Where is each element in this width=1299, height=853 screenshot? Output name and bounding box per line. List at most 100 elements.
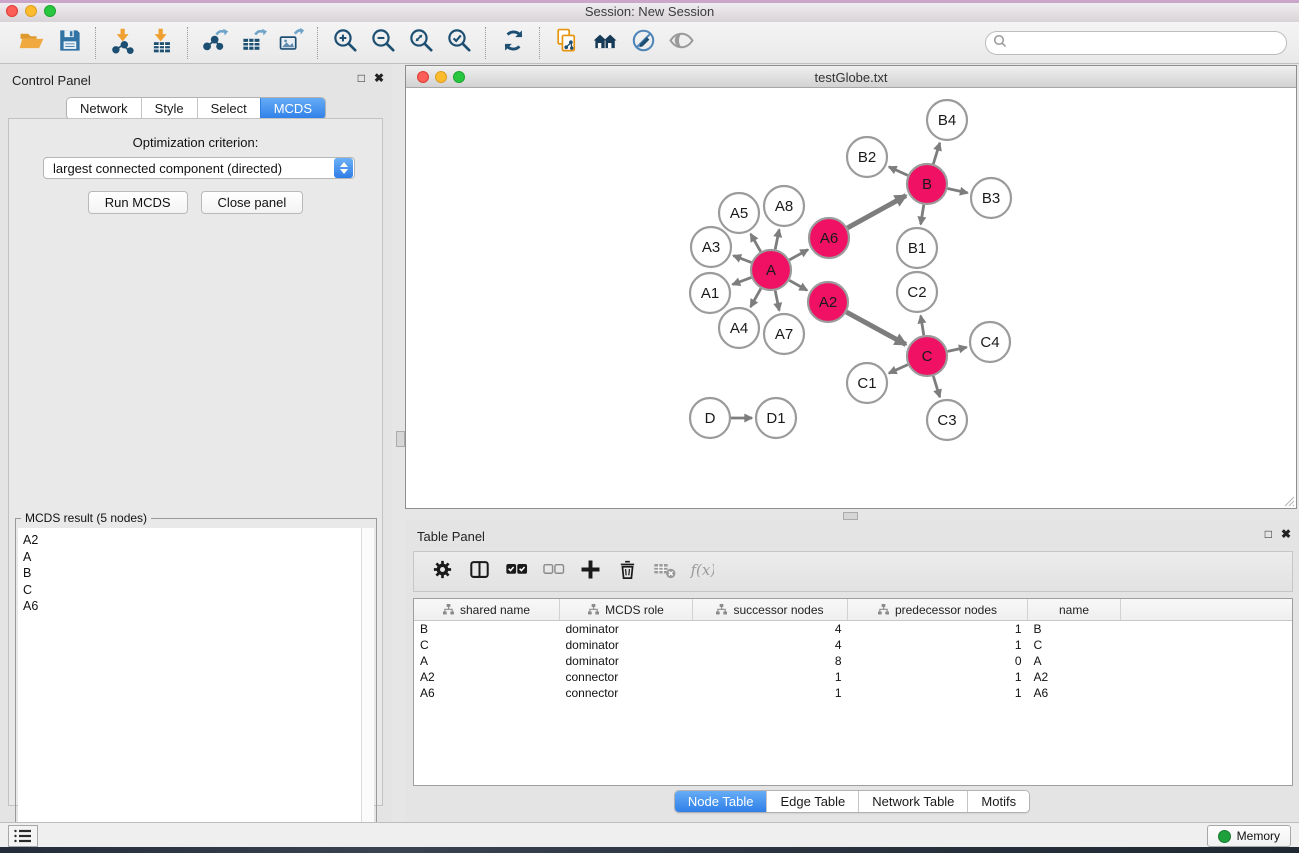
import-network-button[interactable]	[104, 25, 142, 61]
graph-node-A7[interactable]: A7	[764, 314, 804, 354]
delete-table-button[interactable]	[646, 555, 683, 589]
table-panel-close-button[interactable]: ✖	[1281, 527, 1291, 541]
graph-edge-C-C4[interactable]	[948, 347, 967, 351]
zoom-out-button[interactable]	[364, 25, 402, 61]
save-session-button[interactable]	[50, 25, 88, 61]
tab-motifs[interactable]: Motifs	[967, 791, 1029, 812]
graph-edge-A-A4[interactable]	[751, 288, 761, 307]
tab-select[interactable]: Select	[197, 98, 260, 119]
control-panel-close-button[interactable]: ✖	[374, 71, 384, 85]
table-row[interactable]: A2connector11A2	[414, 669, 1292, 685]
graph-node-B3[interactable]: B3	[971, 178, 1011, 218]
graph-edge-B-B3[interactable]	[948, 189, 968, 193]
tab-network[interactable]: Network	[67, 98, 141, 119]
graph-node-C1[interactable]: C1	[847, 363, 887, 403]
tab-node-table[interactable]: Node Table	[675, 791, 767, 812]
optimization-criterion-select[interactable]: largest connected component (directed)	[43, 157, 355, 179]
graph-node-A1[interactable]: A1	[690, 273, 730, 313]
panel-toggle-button[interactable]	[8, 825, 38, 847]
node-table[interactable]: shared nameMCDS rolesuccessor nodesprede…	[413, 598, 1293, 786]
export-table-button[interactable]	[234, 25, 272, 61]
graph-edge-A2-C[interactable]	[846, 312, 906, 344]
zoom-fit-button[interactable]	[402, 25, 440, 61]
mcds-result-item[interactable]: A6	[23, 598, 374, 615]
graph-node-C4[interactable]: C4	[970, 322, 1010, 362]
graph-edge-A-A3[interactable]	[733, 256, 751, 263]
open-session-button[interactable]	[12, 25, 50, 61]
graph-node-B1[interactable]: B1	[897, 228, 937, 268]
graph-node-C[interactable]: C	[907, 336, 947, 376]
column-header-name[interactable]: name	[1028, 599, 1121, 621]
function-builder-button[interactable]: f(x)	[683, 555, 720, 589]
table-row[interactable]: Bdominator41B	[414, 621, 1292, 638]
search-input[interactable]	[1011, 34, 1286, 52]
refresh-layout-button[interactable]	[494, 25, 532, 61]
import-table-button[interactable]	[142, 25, 180, 61]
graphics-details-button[interactable]	[662, 25, 700, 61]
graph-edge-A-A7[interactable]	[775, 291, 779, 311]
add-column-button[interactable]	[572, 555, 609, 589]
horizontal-split-handle[interactable]	[843, 512, 858, 520]
graph-edge-A6-B[interactable]	[847, 196, 906, 228]
tab-edge-table[interactable]: Edge Table	[766, 791, 858, 812]
run-mcds-button[interactable]: Run MCDS	[88, 191, 188, 214]
network-canvas[interactable]: B4 B2 B B3 A8 A5 A6 A3 B1 A A1 C2 A2	[406, 88, 1296, 508]
table-row[interactable]: A6connector11A6	[414, 685, 1292, 701]
graph-edge-B-B2[interactable]	[889, 167, 908, 176]
graph-node-B4[interactable]: B4	[927, 100, 967, 140]
column-header-mcds-role[interactable]: MCDS role	[560, 599, 693, 621]
graph-edge-A-A8[interactable]	[775, 230, 779, 250]
tab-network-table[interactable]: Network Table	[858, 791, 967, 812]
graph-node-A[interactable]: A	[751, 250, 791, 290]
graph-edge-C-C2[interactable]	[921, 316, 924, 336]
close-panel-button[interactable]: Close panel	[201, 191, 304, 214]
table-row[interactable]: Adominator80A	[414, 653, 1292, 669]
select-all-button[interactable]	[498, 555, 535, 589]
table-panel-float-button[interactable]: □	[1265, 527, 1272, 541]
graph-node-C3[interactable]: C3	[927, 400, 967, 440]
graph-edge-C-C3[interactable]	[933, 376, 940, 397]
graph-edge-B-B4[interactable]	[933, 143, 940, 164]
column-header-predecessor-nodes[interactable]: predecessor nodes	[848, 599, 1028, 621]
export-network-button[interactable]	[196, 25, 234, 61]
graph-edge-B-B1[interactable]	[921, 205, 924, 225]
graph-node-C2[interactable]: C2	[897, 272, 937, 312]
delete-column-button[interactable]	[609, 555, 646, 589]
export-image-button[interactable]	[272, 25, 310, 61]
search-box[interactable]	[985, 31, 1287, 55]
zoom-in-button[interactable]	[326, 25, 364, 61]
column-header-shared-name[interactable]: shared name	[414, 599, 560, 621]
mcds-result-item[interactable]: C	[23, 582, 374, 599]
graph-node-A6[interactable]: A6	[809, 218, 849, 258]
graph-node-A5[interactable]: A5	[719, 193, 759, 233]
new-network-from-selection-button[interactable]	[548, 25, 586, 61]
deselect-all-button[interactable]	[535, 555, 572, 589]
tab-style[interactable]: Style	[141, 98, 197, 119]
table-settings-button[interactable]	[424, 555, 461, 589]
graph-node-A8[interactable]: A8	[764, 186, 804, 226]
control-panel-float-button[interactable]: □	[358, 71, 365, 85]
graph-node-B[interactable]: B	[907, 164, 947, 204]
mcds-result-item[interactable]: A2	[23, 532, 374, 549]
memory-button[interactable]: Memory	[1207, 825, 1291, 847]
graph-edge-A-A1[interactable]	[733, 277, 752, 284]
graph-node-D[interactable]: D	[690, 398, 730, 438]
graph-node-A2[interactable]: A2	[808, 282, 848, 322]
graph-node-D1[interactable]: D1	[756, 398, 796, 438]
column-header-successor-nodes[interactable]: successor nodes	[693, 599, 848, 621]
tab-mcds[interactable]: MCDS	[260, 98, 325, 119]
graph-node-A3[interactable]: A3	[691, 227, 731, 267]
zoom-selected-button[interactable]	[440, 25, 478, 61]
graph-edge-C-C1[interactable]	[889, 365, 908, 374]
graph-edge-A-A6[interactable]	[789, 250, 808, 260]
mcds-result-item[interactable]: B	[23, 565, 374, 582]
mcds-result-item[interactable]: A	[23, 549, 374, 566]
split-panel-button[interactable]	[461, 555, 498, 589]
graph-edge-A-A2[interactable]	[789, 280, 807, 290]
mcds-result-list[interactable]: A2ABCA6	[18, 528, 374, 853]
table-row[interactable]: Cdominator41C	[414, 637, 1292, 653]
resize-grip-icon[interactable]	[1283, 495, 1295, 507]
graph-node-B2[interactable]: B2	[847, 137, 887, 177]
mcds-result-scrollbar[interactable]	[361, 528, 374, 853]
graph-node-A4[interactable]: A4	[719, 308, 759, 348]
